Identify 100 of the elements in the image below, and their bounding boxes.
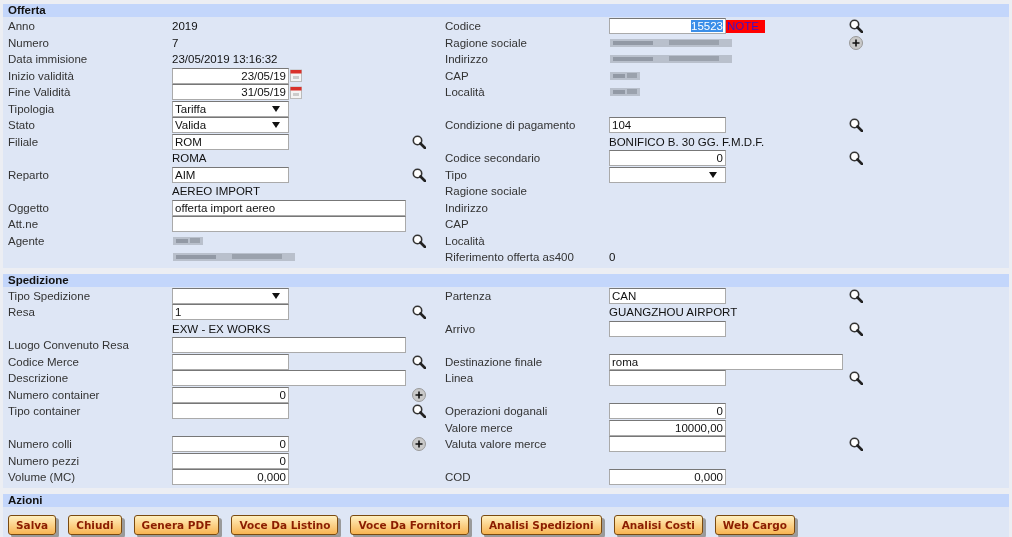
dropdown[interactable] <box>609 166 726 183</box>
section-header: Azioni <box>3 493 1009 507</box>
add-icon[interactable] <box>412 437 426 451</box>
search-icon[interactable] <box>849 437 863 451</box>
input-field[interactable] <box>609 436 726 452</box>
dropdown[interactable] <box>172 287 289 304</box>
action-button[interactable]: Analisi Spedizioni <box>480 514 602 535</box>
field-label: Numero pezzi <box>8 454 79 467</box>
field-label: Anno <box>8 20 35 32</box>
field-label: Luogo Convenuto Resa <box>8 339 129 351</box>
caret-icon <box>272 105 280 112</box>
input-field[interactable]: 0 <box>172 386 289 403</box>
field-label: Località <box>445 86 485 98</box>
field-label: Località <box>445 234 485 247</box>
field-value: 7 <box>172 36 179 49</box>
input-field[interactable]: AIM <box>172 166 289 183</box>
search-icon[interactable] <box>849 118 863 132</box>
input-field[interactable]: CAN <box>609 287 726 304</box>
search-icon[interactable] <box>412 404 426 418</box>
add-icon[interactable] <box>849 35 863 50</box>
input-field[interactable]: 31/05/19 <box>172 84 289 100</box>
input-field[interactable]: 0 <box>609 150 726 166</box>
input-field[interactable]: offerta import aereo <box>172 199 406 216</box>
action-button[interactable]: Voce Da Fornitori <box>350 514 469 535</box>
field-label: COD <box>445 471 471 483</box>
input-field[interactable]: 0 <box>172 452 289 469</box>
input-field[interactable]: ROM <box>172 133 289 150</box>
input-field[interactable]: 104 <box>609 117 726 133</box>
input-field[interactable]: 0 <box>609 403 726 419</box>
field-label: Linea <box>445 372 474 384</box>
input-field[interactable] <box>172 370 406 386</box>
field-label: Tipo Spedizione <box>8 289 91 302</box>
action-button[interactable]: Genera PDF <box>133 514 220 535</box>
field-value: 2019 <box>172 20 198 32</box>
caret-icon <box>272 122 280 128</box>
blurred-text <box>609 69 643 82</box>
dropdown[interactable]: Tariffa <box>172 100 289 117</box>
input-field[interactable]: 0 <box>172 436 289 452</box>
field-label: Codice <box>445 20 481 32</box>
caret-icon <box>709 171 717 178</box>
search-icon[interactable] <box>849 19 863 33</box>
input-field[interactable] <box>172 337 406 353</box>
action-button[interactable]: Chiudi <box>68 514 122 535</box>
field-label: Inizio validità <box>8 69 74 82</box>
search-icon[interactable] <box>849 321 863 336</box>
action-button[interactable]: Salva <box>8 514 57 535</box>
input-field[interactable] <box>609 320 726 337</box>
input-field[interactable] <box>172 216 406 232</box>
add-icon[interactable] <box>412 387 426 402</box>
field-label: Ragione sociale <box>445 185 527 197</box>
field-value: AEREO IMPORT <box>172 185 260 197</box>
field-value: 23/05/2019 13:16:32 <box>172 53 278 65</box>
input-field[interactable] <box>172 403 289 419</box>
action-button[interactable]: Voce Da Listino <box>231 514 339 535</box>
search-icon[interactable] <box>849 371 863 385</box>
field-value: 0 <box>609 251 616 263</box>
search-icon[interactable] <box>412 305 426 319</box>
field-label: Reparto <box>8 168 49 181</box>
field-label: Operazioni doganali <box>445 405 548 417</box>
field-label: Valore merce <box>445 421 513 434</box>
input-field[interactable]: 0,000 <box>172 469 289 485</box>
search-icon[interactable] <box>412 167 426 182</box>
field-label: CAP <box>445 218 469 230</box>
input-field[interactable]: roma <box>609 353 843 370</box>
search-icon[interactable] <box>849 288 863 303</box>
field-value: ROMA <box>172 152 207 164</box>
field-label: Condizione di pagamento <box>445 119 576 131</box>
field-label: Numero <box>8 36 49 49</box>
input-field[interactable]: 1 <box>172 304 289 320</box>
calendar-icon[interactable] <box>290 85 302 99</box>
input-field[interactable]: 23/05/19 <box>172 67 289 84</box>
search-icon[interactable] <box>849 151 863 165</box>
field-value: EXW - EX WORKS <box>172 322 271 335</box>
field-label: Partenza <box>445 289 492 302</box>
field-label: Fine Validità <box>8 86 71 98</box>
field-label: Stato <box>8 119 35 131</box>
calendar-icon[interactable] <box>290 69 302 82</box>
field-label: Riferimento offerta as400 <box>445 251 574 263</box>
field-label: Descrizione <box>8 372 69 384</box>
field-label: Indirizzo <box>445 53 488 65</box>
action-button[interactable]: Web Cargo <box>714 514 796 535</box>
input-field[interactable] <box>172 353 289 370</box>
search-icon[interactable] <box>412 233 426 248</box>
action-button[interactable]: Analisi Costi <box>613 514 703 535</box>
field-label: Indirizzo <box>445 201 488 214</box>
input-field[interactable]: 10000,00 <box>609 419 726 436</box>
field-label: Numero colli <box>8 438 72 450</box>
field-label: CAP <box>445 69 469 82</box>
input-field[interactable] <box>609 370 726 386</box>
field-label: Data immisione <box>8 53 88 65</box>
dropdown[interactable]: Valida <box>172 117 289 133</box>
blurred-text <box>172 234 206 247</box>
search-icon[interactable] <box>412 134 426 149</box>
field-label: Arrivo <box>445 322 476 335</box>
input-field[interactable]: 0,000 <box>609 469 726 485</box>
search-icon[interactable] <box>412 354 426 369</box>
field-label: Valuta valore merce <box>445 438 547 450</box>
field-label: Tipo <box>445 168 467 181</box>
field-label: Agente <box>8 234 45 247</box>
field-label: Ragione sociale <box>445 36 527 49</box>
